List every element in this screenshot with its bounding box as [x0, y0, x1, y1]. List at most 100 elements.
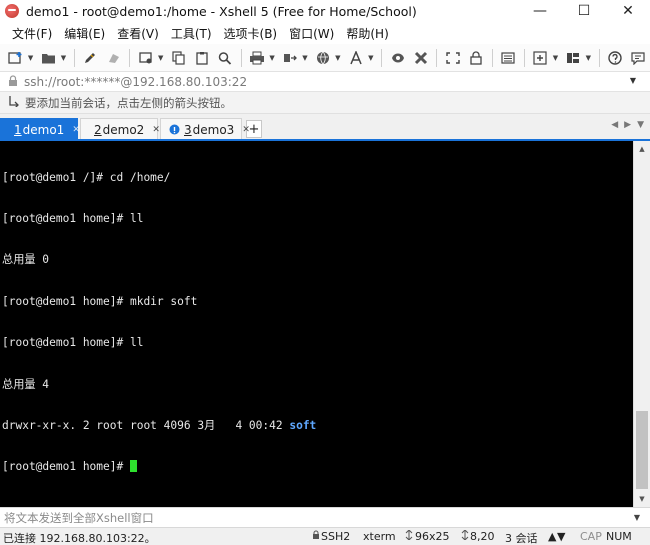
terminal-line: 总用量 4: [2, 377, 50, 391]
terminal-line: 总用量 0: [2, 253, 50, 267]
address-lock-icon: [8, 74, 18, 89]
status-bar: 已连接 192.168.80.103:22。 SSH2 xterm 96x25 …: [0, 527, 650, 545]
xshell-logo-icon: [5, 4, 19, 18]
tab-navigation: ◀ ▶ ▼: [611, 120, 644, 130]
status-protocol: SSH2: [321, 530, 351, 543]
prompt-text: [root@demo1 home]#: [2, 460, 130, 474]
print-dropdown[interactable]: ▼: [269, 48, 276, 68]
menu-window[interactable]: 窗口(W): [283, 25, 340, 42]
transfer-icon[interactable]: [280, 48, 299, 68]
properties-icon[interactable]: [136, 48, 155, 68]
address-dropdown-icon[interactable]: ▼: [630, 76, 636, 85]
terminal-line: [root@demo1 home]# mkdir soft: [2, 294, 198, 308]
address-bar[interactable]: ssh://root:******@192.168.80.103:22 ▼: [0, 72, 650, 92]
window-controls: — ☐ ✕: [518, 0, 650, 22]
status-connection: 已连接 192.168.80.103:22。: [3, 532, 156, 545]
scroll-down-icon[interactable]: ▼: [634, 491, 650, 507]
tab-prev-icon[interactable]: ◀: [611, 120, 618, 130]
terminal-line: [root@demo1 home]# ll: [2, 336, 144, 350]
font-dropdown[interactable]: ▼: [367, 48, 374, 68]
tab-bar: 1 demo1 ✕ 2 demo2 ✕ 3 demo3 ✕ + ◀ ▶ ▼: [0, 116, 650, 140]
toolbar-divider: [129, 48, 131, 67]
toolbar-divider: [491, 48, 493, 67]
tab-demo3[interactable]: 3 demo3 ✕: [160, 118, 250, 140]
close-button[interactable]: ✕: [606, 0, 650, 22]
globe-dropdown[interactable]: ▼: [335, 48, 342, 68]
status-cursor-position: 8,20: [470, 530, 495, 543]
toolbar-divider: [436, 48, 438, 67]
toolbar-divider: [523, 48, 525, 67]
find-icon[interactable]: [215, 48, 234, 68]
toolbar-divider: [240, 48, 242, 67]
add-session-arrow-icon[interactable]: [8, 95, 19, 110]
minimize-button[interactable]: —: [518, 0, 562, 22]
scrollbar-thumb[interactable]: [636, 411, 648, 489]
tab-list-icon[interactable]: ▼: [637, 120, 644, 130]
maximize-button[interactable]: ☐: [562, 0, 606, 22]
eraser-icon[interactable]: [104, 48, 123, 68]
terminal-output[interactable]: [root@demo1 /]# cd /home/ [root@demo1 ho…: [0, 141, 633, 507]
tab-number: 1: [14, 122, 22, 137]
copy-icon[interactable]: [169, 48, 188, 68]
paste-icon[interactable]: [192, 48, 211, 68]
toolbar-divider: [73, 48, 75, 67]
chat-icon[interactable]: [629, 48, 648, 68]
keyboard-icon[interactable]: [499, 48, 518, 68]
menu-view[interactable]: 查看(V): [111, 25, 165, 42]
tab-close-icon[interactable]: ✕: [72, 125, 80, 135]
tab-label: demo2: [102, 122, 145, 137]
layout-dropdown[interactable]: ▼: [585, 48, 592, 68]
address-input[interactable]: ssh://root:******@192.168.80.103:22: [24, 75, 247, 89]
terminal-listing-line: drwxr-xr-x. 2 root root 4096 3月 4 00:42 …: [2, 419, 631, 433]
xftp-icon[interactable]: [388, 48, 407, 68]
add-dropdown[interactable]: ▼: [552, 48, 559, 68]
tab-demo2[interactable]: 2 demo2 ✕: [80, 118, 160, 140]
globe-icon[interactable]: [313, 48, 332, 68]
pen-icon[interactable]: [81, 48, 100, 68]
status-caps-lock: CAP: [580, 530, 602, 543]
compose-menu-icon[interactable]: ▼: [634, 513, 640, 522]
new-session-icon[interactable]: [6, 48, 25, 68]
vertical-scrollbar[interactable]: ▲ ▼: [633, 141, 650, 507]
fullscreen-icon[interactable]: [443, 48, 462, 68]
toolbar-divider: [381, 48, 383, 67]
status-sessions-up-icon[interactable]: ▲: [548, 530, 556, 543]
hint-text: 要添加当前会话，点击左侧的箭头按钮。: [25, 95, 232, 110]
scroll-up-icon[interactable]: ▲: [634, 141, 650, 157]
menu-edit[interactable]: 编辑(E): [58, 25, 111, 42]
font-icon[interactable]: [346, 48, 365, 68]
open-folder-icon[interactable]: [39, 48, 58, 68]
menu-help[interactable]: 帮助(H): [340, 25, 394, 42]
help-icon[interactable]: [606, 48, 625, 68]
status-sessions: 3 会话: [505, 532, 538, 545]
tab-number: 3: [184, 122, 192, 137]
status-sessions-down-icon[interactable]: ▼: [557, 530, 565, 543]
transfer-dropdown[interactable]: ▼: [302, 48, 309, 68]
status-num-lock: NUM: [606, 530, 632, 543]
properties-dropdown[interactable]: ▼: [157, 48, 164, 68]
title-bar: demo1 - root@demo1:/home - Xshell 5 (Fre…: [0, 0, 650, 22]
add-icon[interactable]: [531, 48, 550, 68]
status-terminal-type: xterm: [363, 530, 396, 543]
menu-file[interactable]: 文件(F): [6, 25, 58, 42]
tab-next-icon[interactable]: ▶: [624, 120, 631, 130]
tab-close-icon[interactable]: ✕: [152, 125, 160, 135]
print-icon[interactable]: [248, 48, 267, 68]
new-session-dropdown[interactable]: ▼: [27, 48, 34, 68]
tab-demo1[interactable]: 1 demo1 ✕: [0, 118, 80, 140]
menu-tools[interactable]: 工具(T): [165, 25, 218, 42]
open-dropdown[interactable]: ▼: [60, 48, 67, 68]
xmanager-icon[interactable]: [411, 48, 430, 68]
tab-close-icon[interactable]: ✕: [242, 125, 250, 135]
status-cursor-icon: [461, 529, 469, 543]
listing-directory-name: soft: [289, 418, 317, 432]
tab-label: demo1: [22, 122, 65, 137]
status-size-icon: [405, 529, 413, 543]
listing-details: drwxr-xr-x. 2 root root 4096 3月 4 00:42: [2, 418, 290, 432]
menu-tab[interactable]: 选项卡(B): [218, 25, 284, 42]
compose-bar[interactable]: 将文本发送到全部Xshell窗口 ▼: [0, 507, 650, 527]
layout-icon[interactable]: [564, 48, 583, 68]
lock-icon[interactable]: [467, 48, 486, 68]
compose-input[interactable]: 将文本发送到全部Xshell窗口: [4, 510, 154, 526]
terminal-prompt-line: [root@demo1 home]#: [2, 460, 631, 474]
